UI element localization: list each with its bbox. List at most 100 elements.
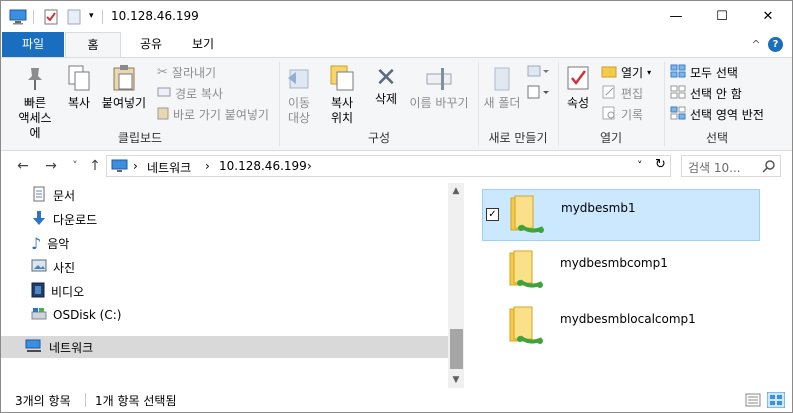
- file-item-mydbesmb1[interactable]: ✓ mydbesmb1: [482, 189, 760, 241]
- select-all-label: 모두 선택: [690, 66, 738, 80]
- paste-shortcut-icon: [157, 106, 169, 123]
- nav-item-documents[interactable]: 문서: [31, 184, 75, 206]
- delete-button[interactable]: ✕ 삭제: [371, 64, 401, 107]
- maximize-button[interactable]: ☐: [699, 1, 745, 32]
- copy-path-button[interactable]: 경로 복사: [157, 85, 223, 102]
- breadcrumb-host[interactable]: 10.128.46.199: [219, 159, 307, 173]
- copy-button[interactable]: 복사: [63, 64, 95, 111]
- nav-item-videos[interactable]: 비디오: [31, 280, 84, 302]
- ribbon: 빠른 액세스에 복사 붙여넣기 ✂ 잘라내기 경로 복사 바로 가기 붙여넣기 …: [1, 57, 792, 151]
- move-to-icon: [288, 69, 309, 89]
- easy-access-icon: [527, 85, 549, 102]
- item-checkbox[interactable]: ✓: [486, 208, 499, 221]
- breadcrumb-separator[interactable]: ›: [307, 159, 312, 173]
- recent-locations-dropdown[interactable]: ˅: [65, 157, 85, 175]
- new-folder-qa-icon[interactable]: [67, 9, 81, 25]
- navigation-pane: 문서 다운로드 ♪ 음악 사진 비디오 OSDisk (C:) 네트워크 ▲ ▼: [1, 183, 464, 388]
- forward-button[interactable]: →: [41, 157, 61, 175]
- explorer-window: ▾ 10.128.46.199 — ☐ ✕ 파일 홈 공유 보기 ^ ? 빠른 …: [0, 0, 793, 413]
- cut-label: 잘라내기: [171, 66, 217, 80]
- move-to-label-2: 대상: [287, 111, 311, 125]
- move-to-button[interactable]: 이동 대상: [285, 64, 313, 126]
- search-placeholder: 검색 10...: [688, 161, 741, 175]
- videos-icon: [31, 282, 45, 301]
- file-item-mydbesmblocalcomp1[interactable]: mydbesmblocalcomp1: [482, 301, 760, 353]
- nav-item-label: 문서: [53, 188, 76, 203]
- computer-icon[interactable]: [9, 9, 27, 25]
- tab-home[interactable]: 홈: [65, 32, 121, 58]
- scroll-down-button[interactable]: ▼: [448, 372, 464, 388]
- easy-access-button[interactable]: [527, 85, 549, 102]
- breadcrumb-network[interactable]: 네트워크: [147, 159, 191, 176]
- address-dropdown-button[interactable]: ˅: [637, 159, 643, 172]
- tab-share[interactable]: 공유: [125, 32, 177, 57]
- pin-icon: [28, 68, 42, 90]
- details-view-button[interactable]: [745, 393, 761, 410]
- downloads-icon: [31, 210, 47, 229]
- copy-to-label-1: 복사: [330, 96, 354, 110]
- open-button[interactable]: 열기 ▾: [601, 64, 651, 81]
- tab-view[interactable]: 보기: [179, 32, 227, 57]
- search-icon[interactable]: [762, 159, 776, 176]
- network-icon: [25, 338, 43, 357]
- rename-button[interactable]: 이름 바꾸기: [407, 64, 471, 111]
- search-box[interactable]: 검색 10...: [681, 155, 781, 177]
- copy-icon: [68, 65, 90, 91]
- nav-item-osdisk[interactable]: OSDisk (C:): [31, 304, 121, 326]
- nav-item-downloads[interactable]: 다운로드: [31, 208, 97, 230]
- collapse-ribbon-button[interactable]: ^: [749, 32, 763, 57]
- paste-button[interactable]: 붙여넣기: [101, 64, 147, 111]
- minimize-button[interactable]: —: [653, 1, 699, 32]
- invert-selection-button[interactable]: 선택 영역 반전: [670, 106, 764, 123]
- breadcrumb-separator[interactable]: ›: [133, 159, 138, 173]
- address-bar[interactable]: › 네트워크 › 10.128.46.199 › ˅ ↻: [106, 155, 671, 177]
- help-button[interactable]: ?: [768, 37, 783, 52]
- window-title: 10.128.46.199: [111, 9, 199, 23]
- breadcrumb-separator[interactable]: ›: [205, 159, 210, 173]
- close-button[interactable]: ✕: [745, 1, 791, 32]
- edit-icon: [601, 85, 617, 102]
- select-none-button[interactable]: 선택 안 함: [670, 85, 742, 102]
- edit-label: 편집: [621, 87, 644, 101]
- paste-shortcut-button[interactable]: 바로 가기 붙여넣기: [157, 106, 269, 123]
- paste-shortcut-label: 바로 가기 붙여넣기: [173, 108, 269, 122]
- shared-folder-icon: [506, 249, 546, 293]
- back-button[interactable]: ←: [13, 157, 33, 175]
- customize-qa-dropdown[interactable]: ▾: [89, 11, 94, 27]
- paste-icon: [113, 65, 135, 91]
- scissors-icon: ✂: [157, 65, 168, 80]
- file-item-mydbesmbcomp1[interactable]: mydbesmbcomp1: [482, 245, 760, 297]
- ribbon-tabs: 파일 홈 공유 보기 ^ ?: [1, 32, 792, 58]
- rename-label: 이름 바꾸기: [409, 96, 469, 110]
- properties-button[interactable]: 속성: [563, 64, 593, 111]
- new-folder-icon: [494, 67, 510, 91]
- nav-item-pictures[interactable]: 사진: [31, 256, 75, 278]
- nav-item-label: OSDisk (C:): [53, 308, 122, 322]
- cut-button[interactable]: ✂ 잘라내기: [157, 64, 216, 81]
- new-folder-button[interactable]: 새 폴더: [481, 64, 523, 111]
- scroll-thumb[interactable]: [450, 329, 463, 369]
- properties-qa-icon[interactable]: [43, 9, 59, 25]
- history-icon: [601, 106, 617, 123]
- copy-to-icon: [330, 65, 354, 91]
- organize-group-label: 구성: [367, 131, 391, 145]
- new-item-button[interactable]: [527, 64, 549, 81]
- item-count: 3개의 항목: [15, 394, 71, 408]
- history-button[interactable]: 기록: [601, 106, 643, 123]
- shared-folder-icon: [506, 305, 546, 349]
- edit-button[interactable]: 편집: [601, 85, 643, 102]
- nav-item-label: 음악: [47, 236, 70, 251]
- nav-item-label: 사진: [53, 260, 76, 275]
- shared-folder-icon: [507, 194, 547, 238]
- address-row: ← → ˅ ↑ › 네트워크 › 10.128.46.199 › ˅ ↻ 검색 …: [1, 151, 792, 181]
- up-button[interactable]: ↑: [85, 157, 105, 175]
- nav-item-network[interactable]: 네트워크: [1, 336, 448, 358]
- clipboard-group-label: 클립보드: [117, 131, 163, 145]
- nav-item-music[interactable]: ♪ 음악: [31, 232, 69, 254]
- large-icons-view-button[interactable]: [766, 391, 786, 411]
- tab-file[interactable]: 파일: [2, 32, 64, 57]
- refresh-button[interactable]: ↻: [655, 157, 666, 172]
- select-all-button[interactable]: 모두 선택: [670, 64, 738, 81]
- copy-to-button[interactable]: 복사 위치: [325, 64, 359, 126]
- scroll-up-button[interactable]: ▲: [448, 183, 464, 199]
